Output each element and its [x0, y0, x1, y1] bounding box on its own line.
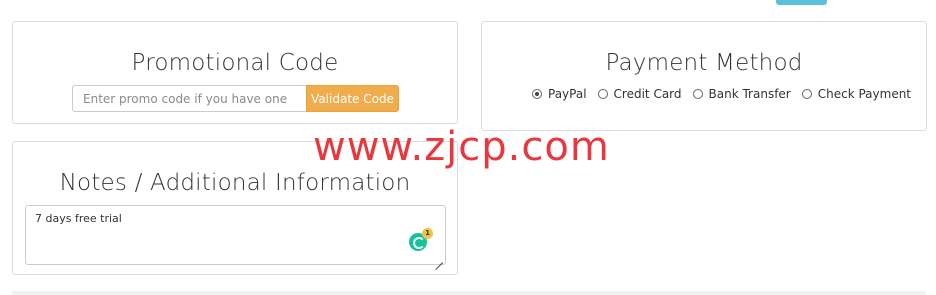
payment-method-title: Payment Method [605, 50, 803, 76]
bottom-divider [12, 291, 926, 295]
payment-option-label: Check Payment [817, 87, 912, 101]
payment-option-paypal[interactable]: PayPal [532, 87, 587, 101]
payment-options: PayPal Credit Card Bank Transfer Check P… [532, 87, 922, 101]
radio-checked-icon[interactable] [532, 89, 542, 99]
top-button[interactable] [776, 0, 827, 5]
payment-option-label: PayPal [548, 87, 587, 101]
notes-title: Notes / Additional Information [59, 170, 411, 196]
promo-code-panel: Promotional Code Validate Code [12, 21, 458, 124]
watermark: www.zjcp.com [313, 124, 610, 170]
payment-option-check-payment[interactable]: Check Payment [801, 87, 912, 101]
promo-code-input[interactable] [72, 85, 306, 112]
notes-textarea[interactable]: 7 days free trial [25, 205, 446, 265]
payment-method-panel: Payment Method PayPal Credit Card Bank T… [481, 21, 927, 131]
radio-unchecked-icon[interactable] [692, 89, 703, 99]
payment-option-credit-card[interactable]: Credit Card [597, 87, 682, 101]
radio-unchecked-icon[interactable] [801, 89, 812, 99]
grammar-count-badge: 1 [422, 228, 433, 239]
payment-option-label: Credit Card [613, 87, 682, 101]
promo-code-title: Promotional Code [131, 50, 339, 76]
payment-option-bank-transfer[interactable]: Bank Transfer [692, 87, 791, 101]
validate-code-button[interactable]: Validate Code [306, 85, 399, 112]
radio-unchecked-icon[interactable] [597, 89, 608, 99]
payment-option-label: Bank Transfer [708, 87, 791, 101]
resize-handle-icon[interactable] [435, 255, 443, 263]
